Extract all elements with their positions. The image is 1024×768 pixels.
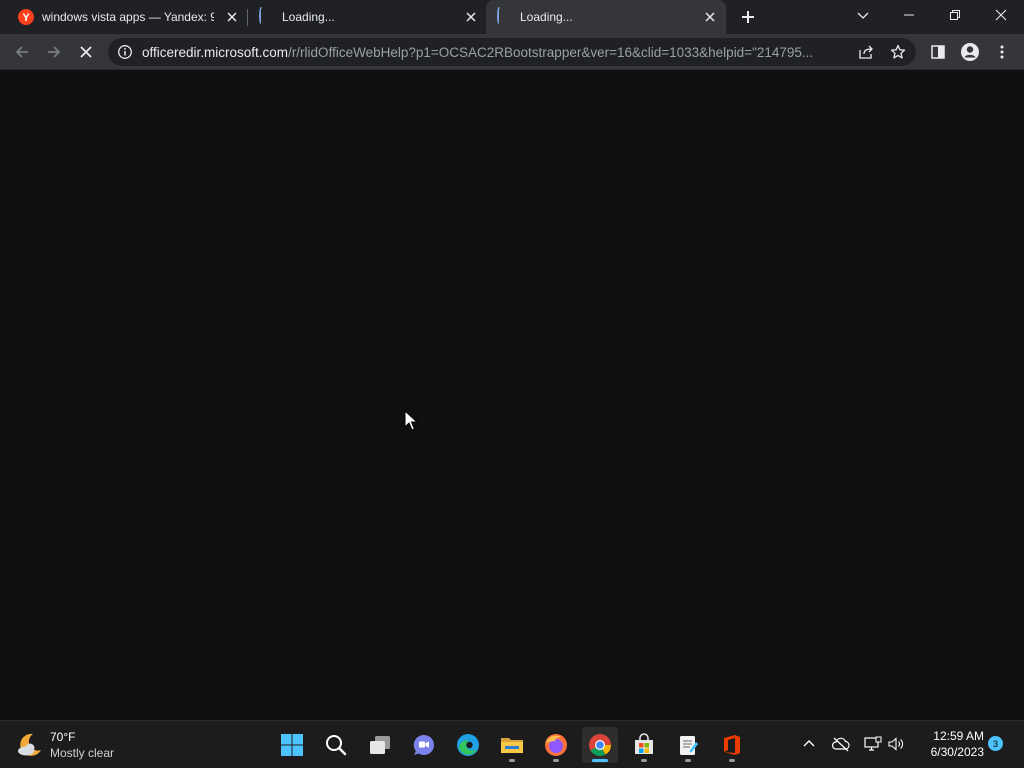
task-view-button[interactable]: [362, 727, 398, 763]
onedrive-status-button[interactable]: [830, 733, 852, 755]
stop-loading-button[interactable]: [74, 40, 98, 64]
running-indicator: [729, 759, 735, 762]
forward-button[interactable]: [42, 40, 66, 64]
share-button[interactable]: [854, 40, 878, 64]
show-hidden-icons-button[interactable]: [798, 733, 820, 755]
tab-loading-2[interactable]: Loading...: [486, 0, 726, 34]
arrow-right-icon: [48, 46, 61, 58]
firefox-icon: [545, 734, 567, 756]
page-content: [0, 71, 1024, 720]
tab-title: windows vista apps — Yandex: 9: [42, 10, 214, 24]
task-view-icon: [370, 736, 390, 754]
plus-icon: [742, 11, 754, 23]
notification-center-button[interactable]: 3: [988, 736, 1003, 751]
info-icon[interactable]: [117, 44, 133, 60]
office-icon: [724, 735, 740, 755]
notification-count: 3: [992, 738, 998, 749]
share-icon: [859, 45, 873, 59]
running-indicator: [641, 759, 647, 762]
chrome-icon: [589, 734, 611, 756]
tab-title: Loading...: [520, 10, 573, 24]
spinner-icon: [496, 7, 512, 25]
weather-widget[interactable]: 70°F Mostly clear: [14, 727, 144, 763]
firefox-button[interactable]: [538, 727, 574, 763]
weather-temp: 70°F: [50, 730, 76, 744]
tab-yandex[interactable]: Y windows vista apps — Yandex: 9: [8, 0, 248, 34]
edge-icon: [457, 734, 479, 756]
start-button[interactable]: [274, 727, 310, 763]
store-button[interactable]: [626, 727, 662, 763]
running-indicator: [592, 759, 608, 762]
restore-icon: [950, 10, 960, 20]
restore-button[interactable]: [932, 0, 978, 30]
network-icon: [864, 736, 882, 751]
side-panel-button[interactable]: [926, 40, 950, 64]
close-icon[interactable]: [224, 9, 240, 25]
running-indicator: [685, 759, 691, 762]
notepad-icon: [680, 736, 698, 755]
teams-chat-button[interactable]: [406, 727, 442, 763]
chat-icon: [413, 734, 434, 755]
windows-icon: [281, 734, 303, 756]
store-icon: [635, 733, 653, 754]
tab-search-button[interactable]: [840, 0, 886, 30]
url-path: /r/rlidOfficeWebHelp?p1=OCSAC2RBootstrap…: [288, 45, 814, 60]
speaker-icon: [888, 737, 903, 751]
close-icon: [995, 9, 1007, 21]
star-icon: [890, 44, 906, 59]
network-button[interactable]: [862, 733, 884, 755]
back-button[interactable]: [10, 40, 34, 64]
avatar-icon: [961, 43, 979, 61]
close-icon[interactable]: [463, 9, 479, 25]
taskbar: 70°F Mostly clear 12:59 AM 6/30/2023: [0, 720, 1024, 768]
mouse-cursor-icon: [404, 410, 418, 431]
address-url[interactable]: officeredir.microsoft.com/r/rlidOfficeWe…: [142, 45, 854, 60]
minimize-icon: [904, 14, 914, 16]
edge-button[interactable]: [450, 727, 486, 763]
yandex-icon: Y: [18, 9, 34, 25]
office-button[interactable]: [714, 727, 750, 763]
tab-loading-1[interactable]: Loading...: [248, 0, 486, 34]
running-indicator: [509, 759, 515, 762]
cloud-offline-icon: [831, 737, 850, 752]
menu-button[interactable]: [990, 40, 1014, 64]
clock-time: 12:59 AM: [933, 729, 984, 743]
weather-moon-icon: [18, 733, 41, 756]
clock[interactable]: 12:59 AM 6/30/2023: [914, 728, 984, 760]
spinner-icon: [258, 7, 274, 25]
close-window-button[interactable]: [978, 0, 1024, 30]
browser-toolbar: officeredir.microsoft.com/r/rlidOfficeWe…: [0, 34, 1024, 70]
new-tab-button[interactable]: [736, 5, 760, 29]
url-host: officeredir.microsoft.com: [142, 45, 289, 60]
weather-condition: Mostly clear: [50, 746, 115, 760]
close-icon[interactable]: [702, 9, 718, 25]
volume-button[interactable]: [885, 733, 907, 755]
search-icon: [326, 735, 347, 756]
more-vertical-icon: [1000, 45, 1004, 59]
chevron-up-icon: [803, 740, 815, 747]
search-button[interactable]: [318, 727, 354, 763]
svg-text:Y: Y: [22, 12, 30, 24]
arrow-left-icon: [15, 46, 28, 58]
chevron-down-icon: [857, 12, 869, 19]
bookmark-button[interactable]: [886, 40, 910, 64]
minimize-button[interactable]: [886, 0, 932, 30]
profile-button[interactable]: [958, 40, 982, 64]
notepad-button[interactable]: [670, 727, 706, 763]
chrome-button[interactable]: [582, 727, 618, 763]
tab-title: Loading...: [282, 10, 335, 24]
close-icon: [80, 46, 92, 58]
address-bar[interactable]: officeredir.microsoft.com/r/rlidOfficeWe…: [108, 38, 916, 66]
running-indicator: [553, 759, 559, 762]
clock-date: 6/30/2023: [930, 745, 984, 759]
tab-strip: Y windows vista apps — Yandex: 9 Loading…: [0, 0, 1024, 34]
side-panel-icon: [931, 45, 945, 59]
file-explorer-button[interactable]: [494, 727, 530, 763]
folder-icon: [501, 738, 523, 753]
